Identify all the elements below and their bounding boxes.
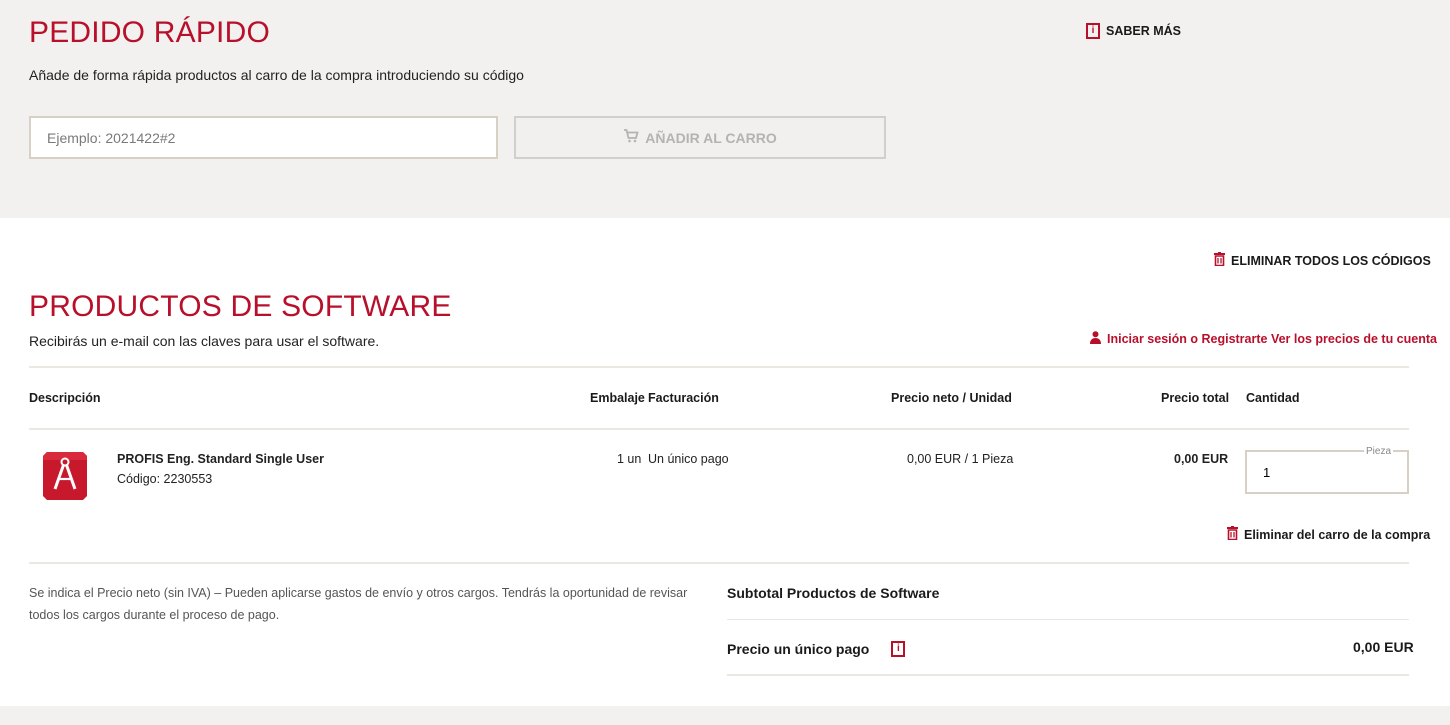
column-net-price: Precio neto / Unidad [891,391,1012,405]
divider [727,674,1409,676]
one-time-price-row: Precio un único pago i [727,641,906,657]
divider [29,562,1409,564]
user-icon [1090,331,1101,347]
price-note: Se indica el Precio neto (sin IVA) – Pue… [29,586,688,622]
login-register-label: Iniciar sesión o Registrarte Ver los pre… [1107,332,1437,346]
add-to-cart-button[interactable]: AÑADIR AL CARRO [514,116,886,159]
quantity-unit-label: Pieza [1364,446,1394,457]
footer-band [0,706,1450,725]
quick-order-title: PEDIDO RÁPIDO [29,16,270,49]
software-title: PRODUCTOS DE SOFTWARE [29,290,452,323]
product-billing: Un único pago [648,452,729,466]
quick-order-section: PEDIDO RÁPIDO Añade de forma rápida prod… [0,0,1450,218]
divider [29,428,1409,430]
product-name: PROFIS Eng. Standard Single User [117,452,324,466]
cart-icon [623,129,639,146]
one-time-price-value: 0,00 EUR [1353,639,1414,655]
software-products-section: ELIMINAR TODOS LOS CÓDIGOS PRODUCTOS DE … [0,218,1450,706]
product-net-price: 0,00 EUR / 1 Pieza [907,452,1014,466]
column-description: Descripción [29,391,101,405]
one-time-price-label: Precio un único pago [727,641,870,657]
remove-all-codes-link[interactable]: ELIMINAR TODOS LOS CÓDIGOS [1214,252,1431,269]
subtotal-label: Subtotal Productos de Software [727,585,940,601]
product-code: Código: 2230553 [117,472,213,486]
product-packaging: 1 un [617,452,642,466]
remove-all-codes-label: ELIMINAR TODOS LOS CÓDIGOS [1231,253,1431,268]
quantity-input[interactable] [1247,452,1407,492]
column-billing: Facturación [648,391,719,405]
divider [29,366,1409,368]
column-total-price: Precio total [1161,391,1230,405]
quick-order-subtitle: Añade de forma rápida productos al carro… [29,67,524,83]
trash-icon [1214,252,1225,269]
learn-more-label: SABER MÁS [1106,24,1182,38]
column-packaging: Embalaje [590,391,645,405]
trash-icon [1227,526,1238,543]
compass-icon [42,449,88,503]
product-code-input[interactable] [29,116,498,159]
column-quantity: Cantidad [1246,391,1300,405]
learn-more-link[interactable]: i SABER MÁS [1086,23,1181,39]
login-register-link[interactable]: Iniciar sesión o Registrarte Ver los pre… [1090,331,1437,347]
software-subtitle: Recibirás un e-mail con las claves para … [29,333,380,349]
remove-from-cart-label: Eliminar del carro de la compra [1244,527,1431,542]
add-to-cart-label: AÑADIR AL CARRO [645,129,777,146]
info-icon[interactable]: i [891,641,906,657]
info-icon: i [1086,23,1100,39]
product-total-price: 0,00 EUR [1174,452,1229,466]
divider [727,619,1409,620]
remove-from-cart-link[interactable]: Eliminar del carro de la compra [1227,526,1430,543]
